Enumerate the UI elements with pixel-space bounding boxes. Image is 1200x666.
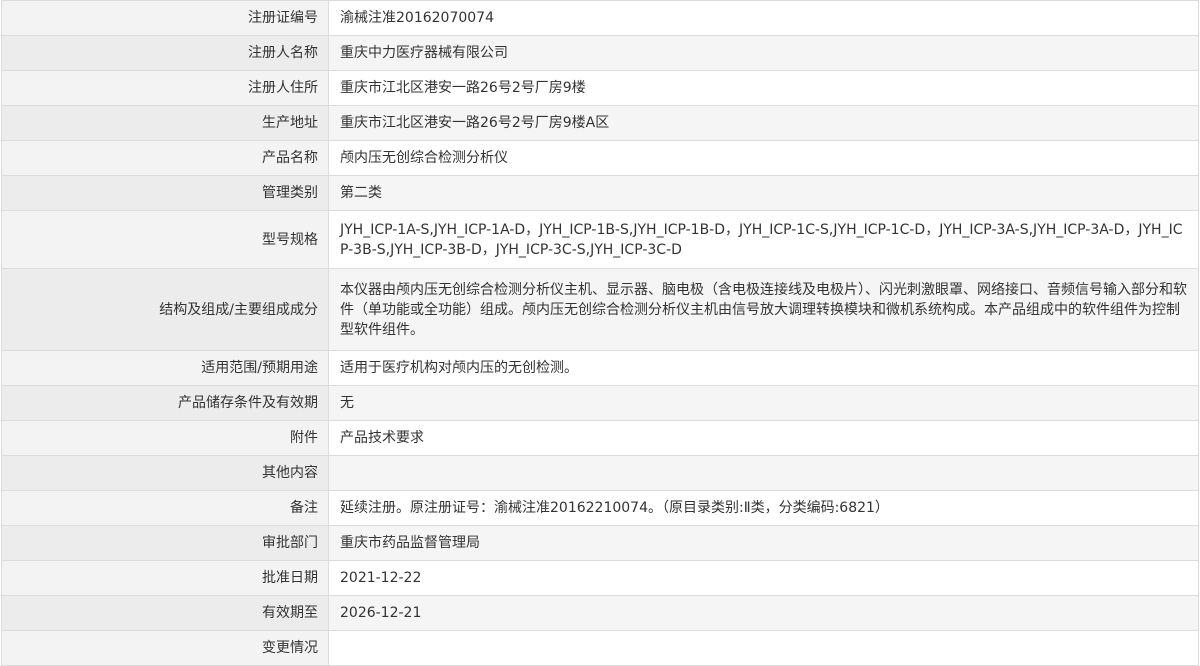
row-value: JYH_ICP-1A-S,JYH_ICP-1A-D，JYH_ICP-1B-S,J…: [328, 210, 1199, 269]
row-value: 2026-12-21: [328, 595, 1199, 631]
row-value: 第二类: [328, 175, 1199, 211]
table-row-management-category: 管理类别 第二类: [1, 175, 1199, 211]
row-label: 结构及组成/主要组成成分: [1, 268, 329, 351]
row-value: [328, 630, 1199, 666]
row-label: 型号规格: [1, 210, 329, 269]
table-row-intended-use: 适用范围/预期用途 适用于医疗机构对颅内压的无创检测。: [1, 350, 1199, 386]
row-value: 重庆市药品监督管理局: [328, 525, 1199, 561]
row-value: 重庆市江北区港安一路26号2号厂房9楼: [328, 70, 1199, 106]
row-label: 生产地址: [1, 105, 329, 141]
row-value: 产品技术要求: [328, 420, 1199, 456]
row-value: 渝械注准20162070074: [328, 0, 1199, 36]
table-row-structure-composition: 结构及组成/主要组成成分 本仪器由颅内压无创综合检测分析仪主机、显示器、脑电极（…: [1, 268, 1199, 351]
table-row-production-address: 生产地址 重庆市江北区港安一路26号2号厂房9楼A区: [1, 105, 1199, 141]
table-row-product-name: 产品名称 颅内压无创综合检测分析仪: [1, 140, 1199, 176]
row-label: 产品储存条件及有效期: [1, 385, 329, 421]
table-row-attachment: 附件 产品技术要求: [1, 420, 1199, 456]
row-value: 适用于医疗机构对颅内压的无创检测。: [328, 350, 1199, 386]
registration-detail-table: 注册证编号 渝械注准20162070074 注册人名称 重庆中力医疗器械有限公司…: [1, 0, 1199, 666]
row-value: [328, 455, 1199, 491]
row-label: 注册人名称: [1, 35, 329, 71]
table-row-storage-validity: 产品储存条件及有效期 无: [1, 385, 1199, 421]
row-label: 有效期至: [1, 595, 329, 631]
row-value: 重庆中力医疗器械有限公司: [328, 35, 1199, 71]
table-row-valid-until: 有效期至 2026-12-21: [1, 595, 1199, 631]
table-row-approval-department: 审批部门 重庆市药品监督管理局: [1, 525, 1199, 561]
row-value: 延续注册。原注册证号：渝械注准20162210074。（原目录类别:Ⅱ类，分类编…: [328, 490, 1199, 526]
row-label: 变更情况: [1, 630, 329, 666]
row-label: 产品名称: [1, 140, 329, 176]
row-label: 附件: [1, 420, 329, 456]
table-row-registrant-address: 注册人住所 重庆市江北区港安一路26号2号厂房9楼: [1, 70, 1199, 106]
table-row-model-spec: 型号规格 JYH_ICP-1A-S,JYH_ICP-1A-D，JYH_ICP-1…: [1, 210, 1199, 269]
row-label: 备注: [1, 490, 329, 526]
row-label: 适用范围/预期用途: [1, 350, 329, 386]
row-label: 批准日期: [1, 560, 329, 596]
table-row-change-status: 变更情况: [1, 630, 1199, 666]
table-row-registration-number: 注册证编号 渝械注准20162070074: [1, 0, 1199, 36]
row-value: 颅内压无创综合检测分析仪: [328, 140, 1199, 176]
row-label: 审批部门: [1, 525, 329, 561]
row-value: 重庆市江北区港安一路26号2号厂房9楼A区: [328, 105, 1199, 141]
row-label: 管理类别: [1, 175, 329, 211]
table-row-registrant-name: 注册人名称 重庆中力医疗器械有限公司: [1, 35, 1199, 71]
row-value: 2021-12-22: [328, 560, 1199, 596]
row-label: 注册证编号: [1, 0, 329, 36]
table-row-remarks: 备注 延续注册。原注册证号：渝械注准20162210074。（原目录类别:Ⅱ类，…: [1, 490, 1199, 526]
row-value: 本仪器由颅内压无创综合检测分析仪主机、显示器、脑电极（含电极连接线及电极片）、闪…: [328, 268, 1199, 351]
table-row-approval-date: 批准日期 2021-12-22: [1, 560, 1199, 596]
table-row-other-content: 其他内容: [1, 455, 1199, 491]
row-value: 无: [328, 385, 1199, 421]
row-label: 注册人住所: [1, 70, 329, 106]
row-label: 其他内容: [1, 455, 329, 491]
